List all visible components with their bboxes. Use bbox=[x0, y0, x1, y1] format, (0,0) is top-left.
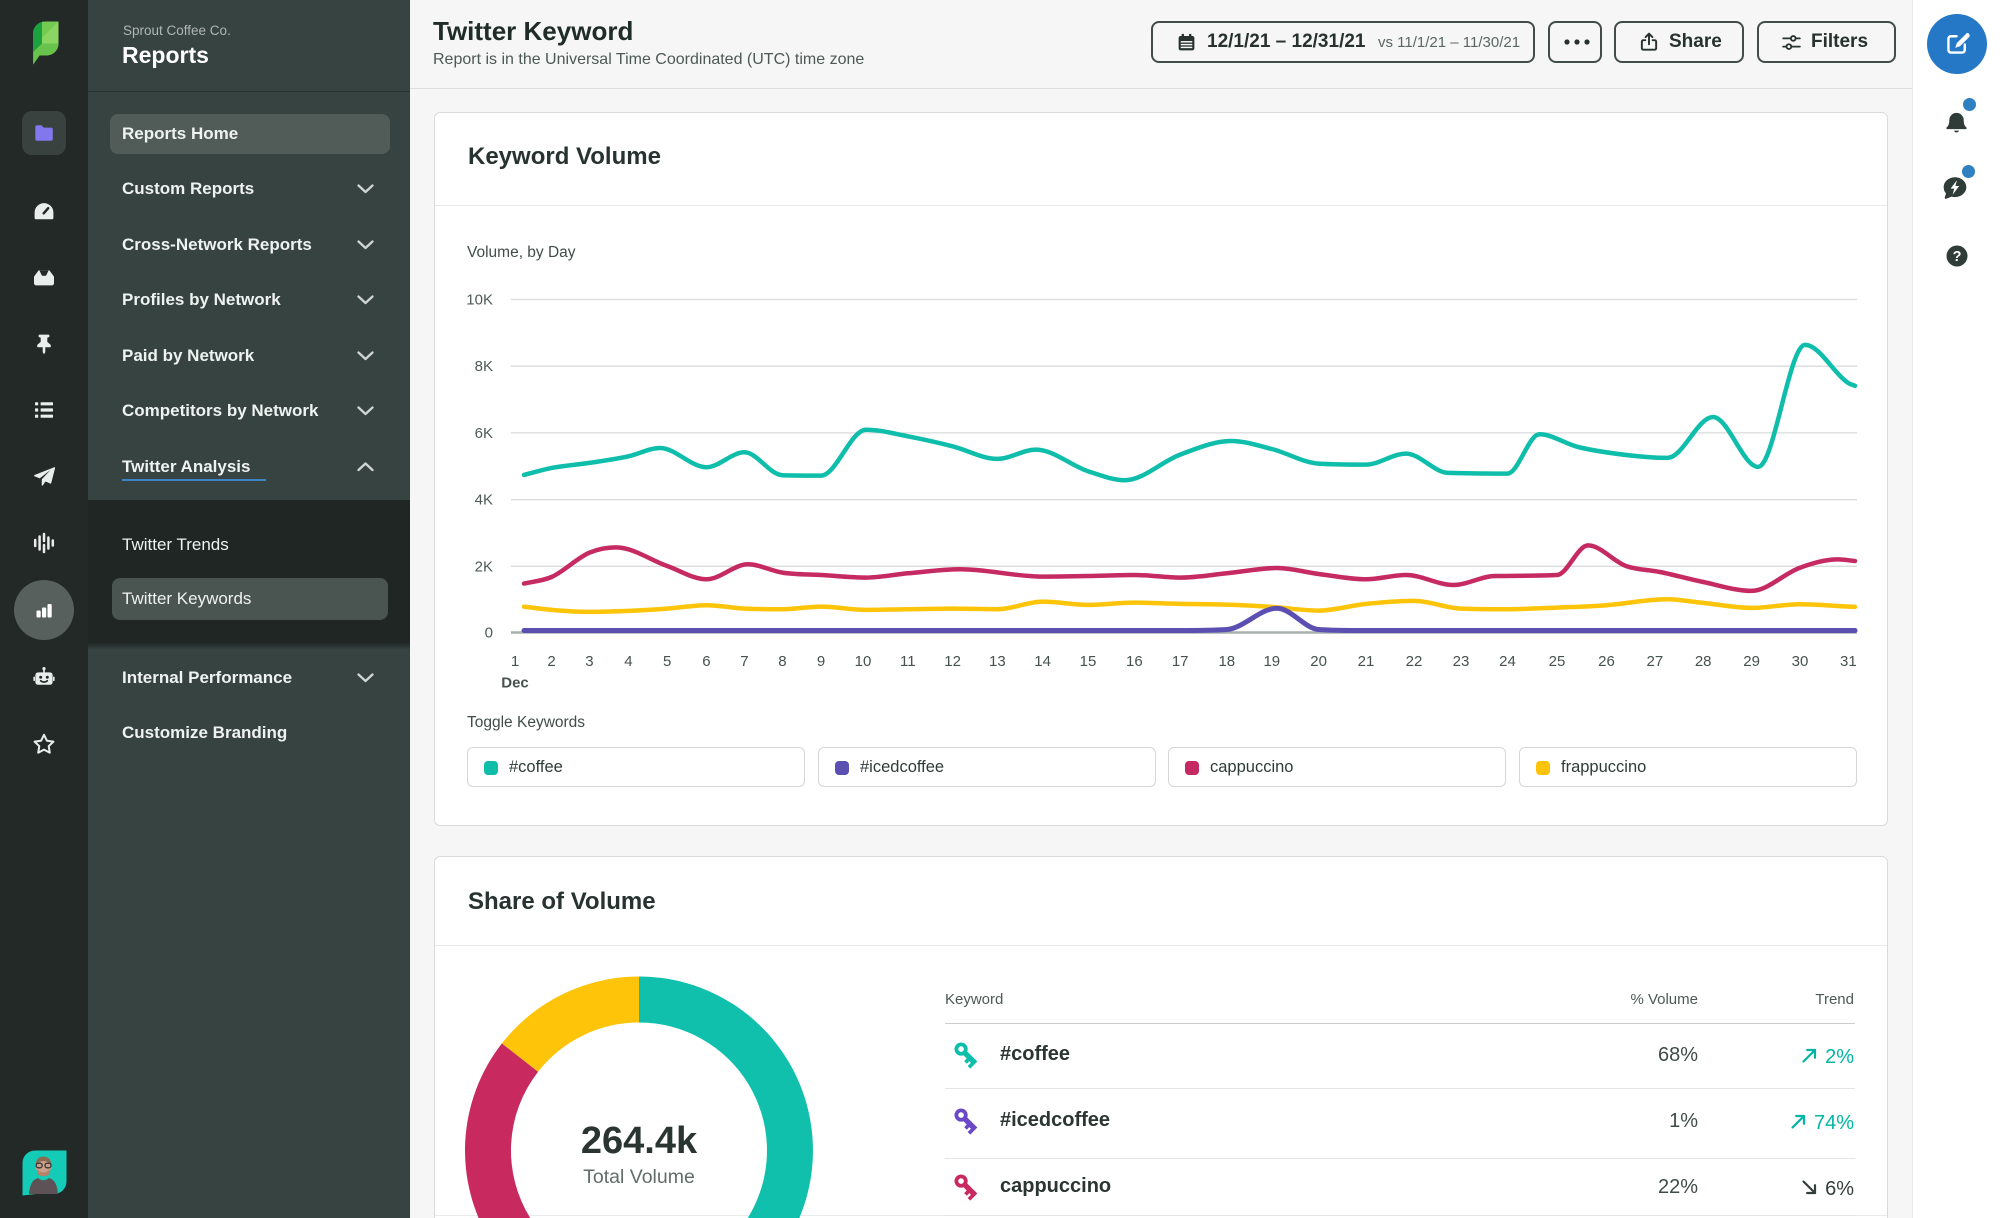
svg-text:13: 13 bbox=[989, 653, 1006, 670]
svg-text:22: 22 bbox=[1406, 653, 1423, 670]
svg-text:6: 6 bbox=[702, 653, 710, 670]
svg-text:5: 5 bbox=[663, 653, 671, 670]
svg-text:26: 26 bbox=[1598, 653, 1615, 670]
svg-text:29: 29 bbox=[1743, 653, 1760, 670]
svg-text:24: 24 bbox=[1499, 653, 1516, 670]
svg-text:3: 3 bbox=[585, 653, 593, 670]
svg-text:?: ? bbox=[1953, 249, 1962, 265]
svg-text:20: 20 bbox=[1310, 653, 1327, 670]
svg-text:23: 23 bbox=[1453, 653, 1470, 670]
svg-text:17: 17 bbox=[1172, 653, 1189, 670]
svg-text:Dec: Dec bbox=[501, 675, 529, 692]
svg-text:18: 18 bbox=[1218, 653, 1235, 670]
svg-text:2: 2 bbox=[547, 653, 555, 670]
svg-text:16: 16 bbox=[1126, 653, 1143, 670]
svg-text:4: 4 bbox=[624, 653, 632, 670]
svg-text:7: 7 bbox=[740, 653, 748, 670]
svg-text:Toggle Keywords: Toggle Keywords bbox=[467, 714, 585, 731]
svg-text:25: 25 bbox=[1549, 653, 1566, 670]
svg-text:4K: 4K bbox=[475, 492, 493, 509]
svg-text:10K: 10K bbox=[466, 292, 493, 309]
svg-text:9: 9 bbox=[817, 653, 825, 670]
svg-text:0: 0 bbox=[485, 625, 493, 642]
svg-text:15: 15 bbox=[1080, 653, 1097, 670]
svg-text:14: 14 bbox=[1034, 653, 1051, 670]
svg-text:19: 19 bbox=[1263, 653, 1280, 670]
svg-text:30: 30 bbox=[1792, 653, 1809, 670]
svg-text:12: 12 bbox=[944, 653, 961, 670]
svg-text:6K: 6K bbox=[475, 425, 493, 442]
svg-text:8: 8 bbox=[778, 653, 786, 670]
svg-text:10: 10 bbox=[855, 653, 872, 670]
svg-text:1: 1 bbox=[511, 653, 519, 670]
svg-text:28: 28 bbox=[1695, 653, 1712, 670]
svg-text:264.4k: 264.4k bbox=[581, 1120, 698, 1162]
svg-text:11: 11 bbox=[900, 653, 916, 670]
svg-text:21: 21 bbox=[1358, 653, 1375, 670]
svg-text:8K: 8K bbox=[475, 358, 493, 375]
svg-text:27: 27 bbox=[1647, 653, 1664, 670]
svg-text:2K: 2K bbox=[475, 558, 493, 575]
svg-text:Total Volume: Total Volume bbox=[583, 1166, 695, 1188]
svg-text:Volume, by Day: Volume, by Day bbox=[467, 244, 576, 261]
svg-text:31: 31 bbox=[1840, 653, 1857, 670]
